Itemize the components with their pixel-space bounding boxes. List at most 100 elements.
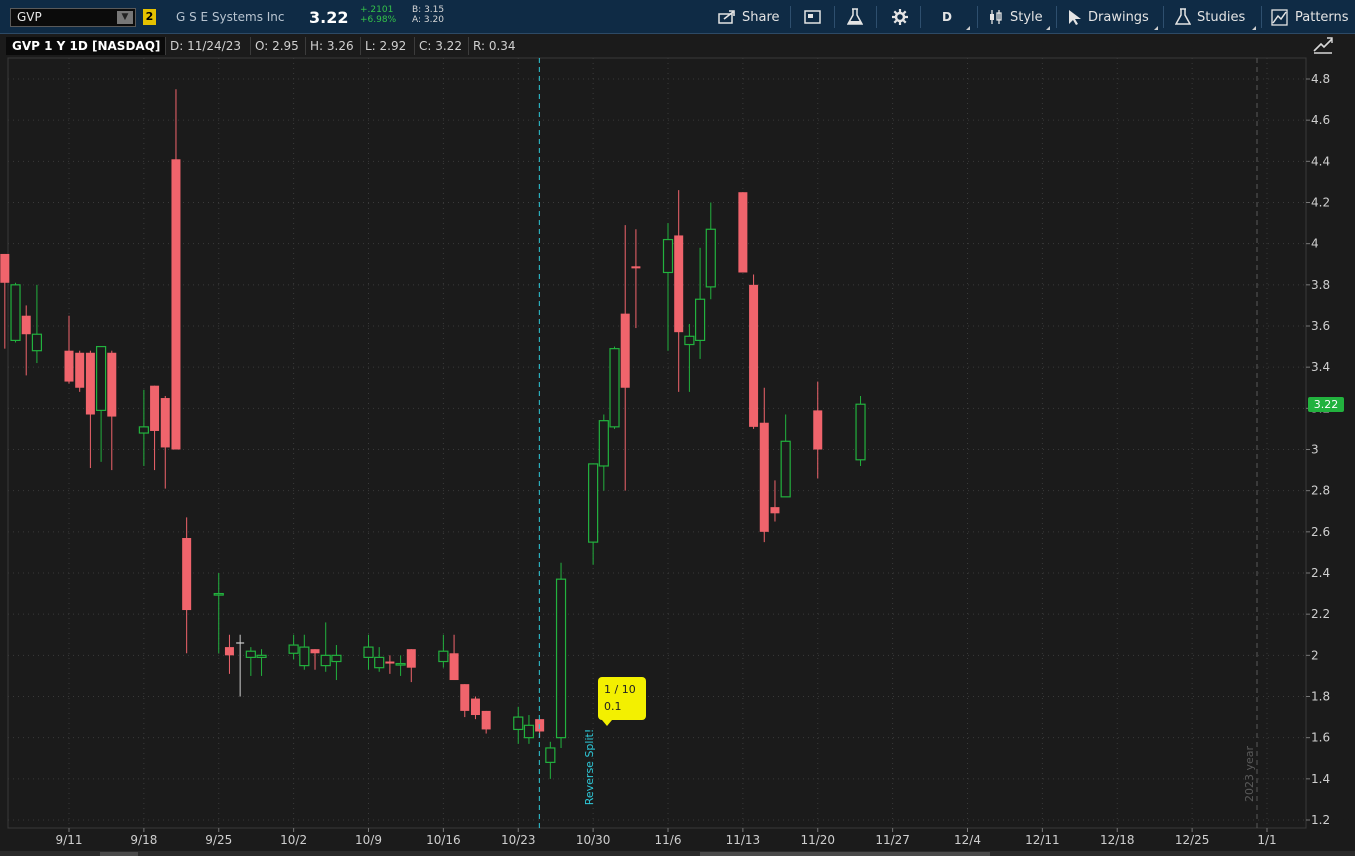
x-tick-label: 11/20 (800, 833, 835, 847)
candle-body (64, 350, 74, 382)
x-tick-label: 12/11 (1025, 833, 1060, 847)
x-tick-label: 12/18 (1100, 833, 1135, 847)
candle-body (0, 253, 10, 283)
candle-body (331, 654, 342, 663)
x-tick-label: 11/27 (875, 833, 910, 847)
candle-body (107, 352, 117, 417)
candle-body (523, 724, 535, 739)
x-tick-label: 10/16 (426, 833, 461, 847)
y-tick-label: 3.6 (1311, 319, 1330, 333)
candle-body (620, 313, 630, 388)
candle-body (609, 348, 620, 428)
y-tick-label: 3.4 (1311, 360, 1330, 374)
candle (855, 395, 866, 466)
candle-body (555, 578, 567, 739)
x-tick-label: 9/18 (130, 833, 157, 847)
price-chart[interactable]: 1.21.41.61.822.22.42.62.833.23.43.63.844… (0, 0, 1355, 851)
candle-body (759, 422, 769, 532)
candle-body (182, 538, 192, 611)
candle-body (406, 649, 416, 668)
candle-body (738, 192, 748, 273)
candle-body (545, 747, 556, 763)
y-tick-label: 4.4 (1311, 154, 1330, 168)
candle-body (438, 650, 449, 663)
candle-body (513, 716, 524, 731)
x-tick-label: 12/25 (1175, 833, 1210, 847)
scrollbar-thumb[interactable] (700, 852, 990, 856)
candle-body (374, 656, 385, 669)
split-ratio-bubble[interactable]: 1 / 10 0.1 (598, 677, 646, 726)
candle-body (138, 426, 149, 434)
candle-body (224, 647, 234, 656)
candle (738, 192, 748, 273)
candle-body (395, 662, 406, 666)
current-price-tag: 3.22 (1308, 397, 1344, 413)
x-tick-label: 10/2 (280, 833, 307, 847)
x-tick-label: 9/11 (56, 833, 83, 847)
chart-grid (7, 57, 1307, 829)
candle-body (85, 352, 95, 415)
candle-body (363, 646, 374, 658)
y-tick-label: 2.2 (1311, 607, 1330, 621)
candle (75, 350, 85, 392)
y-tick-label: 3.8 (1311, 278, 1330, 292)
candle-body (662, 238, 674, 274)
time-axis: 9/11 9/18 9/25 10/2 10/9 10/16 10/23 10/30 11/6 1… (56, 828, 1277, 847)
x-tick-label: 10/9 (355, 833, 382, 847)
candle-body (694, 298, 706, 342)
candle-body (749, 284, 759, 427)
candle (749, 274, 759, 429)
candle-body (470, 698, 480, 716)
candle-body (449, 653, 459, 681)
candle-body (95, 345, 107, 411)
x-tick-label: 1/1 (1257, 833, 1276, 847)
x-tick-label: 10/23 (501, 833, 536, 847)
candle-body (320, 654, 331, 667)
candle-body (245, 650, 256, 658)
candle-body (770, 507, 780, 514)
y-tick-label: 1.6 (1311, 731, 1330, 745)
candle-body (598, 420, 609, 467)
y-tick-label: 2 (1311, 648, 1319, 662)
reverse-split-label: Reverse Split! (583, 728, 596, 806)
x-tick-label: 9/25 (205, 833, 232, 847)
y-tick-label: 1.2 (1311, 813, 1330, 827)
x-tick-label: 10/30 (576, 833, 611, 847)
candle-body (705, 228, 716, 288)
price-axis: 1.21.41.61.822.22.42.62.833.23.43.63.844… (1306, 72, 1330, 827)
split-value: 0.1 (604, 700, 622, 713)
candle (10, 282, 21, 343)
scrollbar-handle-left[interactable] (100, 852, 138, 856)
candle-body (171, 159, 181, 450)
candle-body (780, 440, 791, 498)
candle-body (385, 661, 395, 664)
plot-area (7, 57, 1307, 829)
candle-body (481, 710, 491, 730)
time-scrollbar[interactable] (0, 851, 1355, 856)
y-tick-label: 1.4 (1311, 772, 1330, 786)
candle-body (684, 335, 695, 346)
candle-body (631, 266, 641, 269)
candle-body (213, 592, 224, 596)
candle (609, 346, 620, 429)
x-tick-label: 12/4 (954, 833, 981, 847)
candle-body (299, 646, 310, 667)
candle-body (288, 644, 299, 654)
y-tick-label: 4 (1311, 237, 1319, 251)
candle-body (588, 463, 599, 543)
split-ratio: 1 / 10 (604, 683, 636, 696)
year-marker-label: 2023 year (1243, 745, 1256, 803)
candle-body (31, 333, 43, 352)
candle-body (21, 315, 31, 335)
candle-body (150, 385, 160, 431)
candle-body (855, 403, 866, 461)
candle-body (75, 352, 85, 388)
candle-body (674, 235, 684, 333)
y-tick-label: 2.6 (1311, 525, 1330, 539)
candle-body (813, 410, 823, 450)
candle (555, 562, 567, 748)
candle-body (256, 654, 267, 658)
y-tick-label: 3 (1311, 443, 1319, 457)
candle-body (310, 649, 320, 654)
y-tick-label: 4.6 (1311, 113, 1330, 127)
